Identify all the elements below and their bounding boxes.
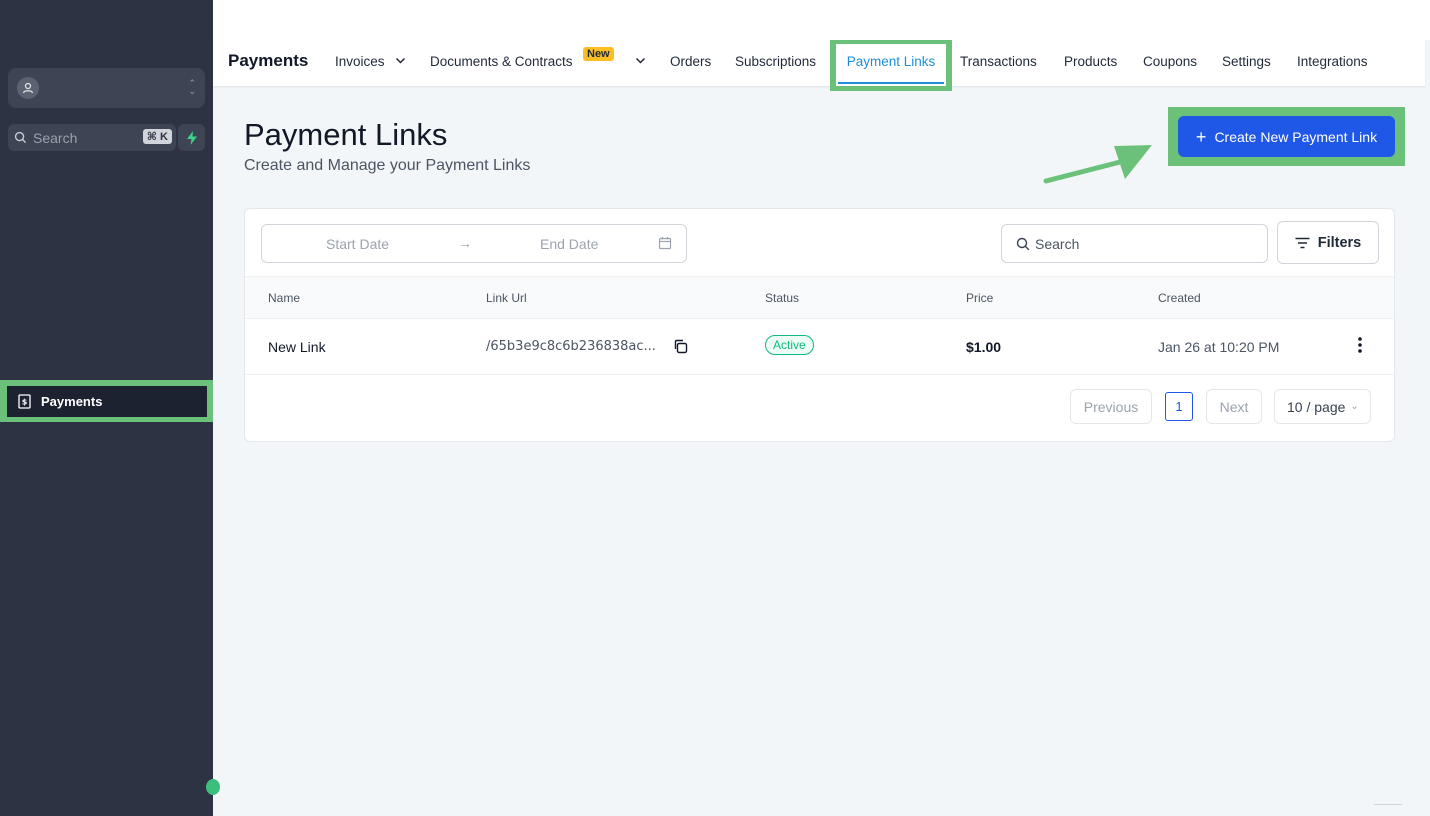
search-shortcut: ⌘ K [142, 129, 172, 144]
column-header-status[interactable]: Status [765, 291, 799, 305]
tab-settings[interactable]: Settings [1222, 54, 1271, 69]
tab-products[interactable]: Products [1064, 54, 1117, 69]
page-1-button[interactable]: 1 [1165, 392, 1193, 421]
table-row[interactable]: New Link /65b3e9c8c6b236838ac... Active … [245, 319, 1394, 375]
copy-icon[interactable] [673, 339, 688, 354]
sidebar-item-payments[interactable]: $ Payments [7, 386, 207, 417]
sidebar: ⌃ ⌄ Search ⌘ K $ Payments [0, 0, 220, 816]
arrow-right-icon: → [458, 235, 472, 251]
column-header-created[interactable]: Created [1158, 291, 1201, 305]
plus-icon: + [1195, 126, 1207, 147]
sidebar-search[interactable]: Search ⌘ K [8, 124, 176, 151]
column-header-price[interactable]: Price [966, 291, 993, 305]
new-badge: New [583, 47, 614, 61]
cell-created: Jan 26 at 10:20 PM [1158, 339, 1280, 355]
page-size-select[interactable]: 10 / page ⌄ [1274, 389, 1371, 424]
tab-invoices[interactable]: Invoices [335, 54, 385, 69]
tab-orders[interactable]: Orders [670, 54, 711, 69]
account-switcher[interactable]: ⌃ ⌄ [8, 68, 205, 108]
chevron-down-icon: ⌄ [1350, 401, 1359, 412]
tab-payment-links-label: Payment Links [846, 54, 936, 69]
search-icon [1016, 237, 1030, 250]
highlight-box-payment-links: Payment Links [830, 40, 952, 91]
svg-text:$: $ [22, 398, 28, 407]
column-header-name[interactable]: Name [268, 291, 300, 305]
tab-coupons[interactable]: Coupons [1143, 54, 1197, 69]
calendar-icon [658, 237, 672, 250]
quick-actions-button[interactable] [178, 124, 205, 151]
annotation-arrow-icon [1043, 145, 1152, 184]
tab-documents-contracts[interactable]: Documents & Contracts [430, 54, 573, 69]
tab-integrations[interactable]: Integrations [1297, 54, 1368, 69]
sidebar-item-label: Payments [41, 394, 103, 409]
tab-payment-links[interactable]: Payment Links [836, 44, 946, 86]
filter-lines-icon [1295, 237, 1310, 248]
search-icon [14, 131, 27, 144]
sidebar-search-label: Search [33, 129, 78, 146]
payment-links-card: Start Date → End Date Search Filters Nam… [244, 208, 1395, 442]
column-header-link-url[interactable]: Link Url [486, 291, 527, 305]
search-placeholder: Search [1035, 235, 1080, 252]
table-search-input[interactable]: Search [1001, 224, 1268, 263]
status-badge: Active [765, 335, 814, 355]
status-dot [206, 779, 220, 795]
user-icon [17, 77, 39, 99]
app-title: Payments [228, 51, 309, 70]
start-date-input[interactable]: Start Date [326, 236, 389, 252]
filters-label: Filters [1317, 234, 1362, 251]
create-payment-link-button[interactable]: + Create New Payment Link [1178, 116, 1395, 157]
divider [1374, 804, 1402, 805]
chevron-down-icon[interactable] [395, 55, 406, 66]
filters-button[interactable]: Filters [1277, 221, 1379, 264]
page-subtitle: Create and Manage your Payment Links [244, 157, 531, 174]
active-tab-indicator [838, 82, 944, 84]
table-header: Name Link Url Status Price Created [245, 276, 1394, 319]
cell-link-url[interactable]: /65b3e9c8c6b236838ac... [486, 339, 656, 354]
date-range-picker[interactable]: Start Date → End Date [261, 224, 687, 263]
chevron-down-icon[interactable] [635, 55, 646, 66]
lightning-icon [186, 130, 197, 145]
tab-subscriptions[interactable]: Subscriptions [735, 54, 816, 69]
highlight-box-payments: $ Payments [0, 380, 213, 422]
chevron-up-down-icon: ⌃ ⌄ [188, 78, 196, 96]
page-title: Payment Links [244, 117, 448, 152]
previous-page-button[interactable]: Previous [1070, 389, 1152, 424]
next-page-button[interactable]: Next [1206, 389, 1262, 424]
more-vertical-icon[interactable] [1354, 336, 1366, 354]
cell-name[interactable]: New Link [268, 339, 326, 355]
receipt-dollar-icon: $ [18, 394, 31, 409]
end-date-input[interactable]: End Date [540, 236, 598, 252]
top-bar [213, 0, 1430, 40]
cell-price: $1.00 [966, 339, 1002, 355]
tab-transactions[interactable]: Transactions [960, 54, 1037, 69]
create-payment-link-label: Create New Payment Link [1214, 128, 1378, 145]
payments-tab-bar: Payments Invoices Documents & Contracts … [213, 40, 1425, 91]
highlight-box-create: + Create New Payment Link [1168, 107, 1405, 166]
page-size-value: 10 / page [1287, 398, 1346, 415]
